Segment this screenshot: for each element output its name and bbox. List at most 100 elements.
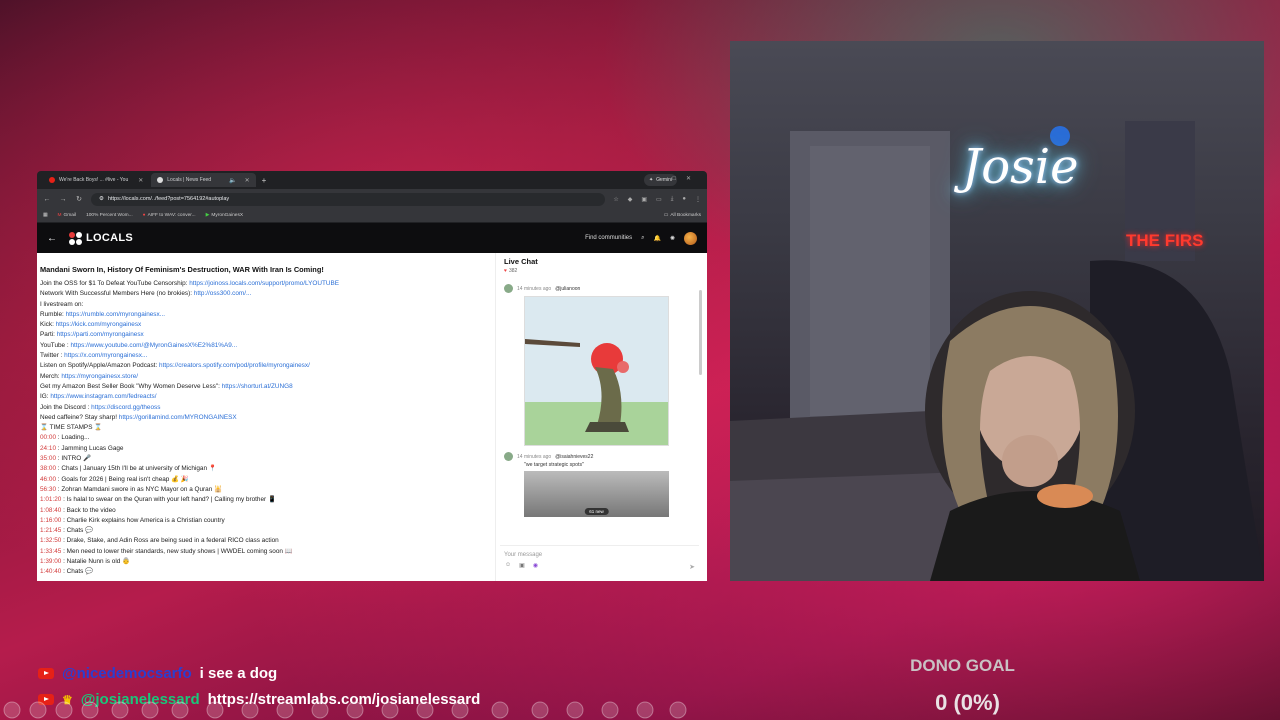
post-link[interactable]: https://www.instagram.com/fedreacts/ xyxy=(50,393,156,400)
timestamp-link[interactable]: 1:01:20 xyxy=(40,496,61,503)
menu-icon[interactable]: ⋮ xyxy=(695,196,701,203)
post-link[interactable]: https://www.youtube.com/@MyronGainesX%E2… xyxy=(70,342,237,349)
post-link[interactable]: https://discord.gg/theoss xyxy=(91,404,160,411)
timestamp-link[interactable]: 46:00 xyxy=(40,476,56,483)
avatar[interactable] xyxy=(684,231,697,245)
timestamp-desc: : Chats | January 15th I'll be at univer… xyxy=(56,465,217,473)
address-bar[interactable]: ⚙ https://locals.com/../feed?post=756419… xyxy=(91,192,606,206)
post-link[interactable]: https://shorturl.at/ZUNG8 xyxy=(222,383,293,390)
post-link[interactable]: https://joinoss.locals.com/support/promo… xyxy=(189,280,339,287)
post-link[interactable]: http://oss300.com/... xyxy=(194,290,252,297)
post-line: YouTube : https://www.youtube.com/@Myron… xyxy=(40,341,492,351)
extension-icon[interactable]: ◆ xyxy=(628,196,633,203)
timestamp-link[interactable]: 38:00 xyxy=(40,465,56,472)
search-icon[interactable]: ⌕ xyxy=(641,235,644,242)
emoji-icon[interactable]: ☺ xyxy=(505,562,511,569)
viewer-count-value: 382 xyxy=(508,268,518,274)
star-icon[interactable]: ☆ xyxy=(613,196,618,203)
timestamp-row: 24:10 : Jamming Lucas Gage xyxy=(40,444,492,454)
timestamp-link[interactable]: 1:39:00 xyxy=(40,558,61,565)
timestamp-link[interactable]: 1:40:40 xyxy=(40,568,61,575)
timestamp-link[interactable]: 00:00 xyxy=(40,434,56,441)
image-icon[interactable]: ▣ xyxy=(519,562,525,569)
post-link[interactable]: https://creators.spotify.com/pod/profile… xyxy=(159,362,310,369)
message-user[interactable]: @julianoon xyxy=(555,286,580,292)
bell-icon[interactable]: 🔔 xyxy=(653,235,660,242)
timestamp-link[interactable]: 1:08:40 xyxy=(40,507,61,514)
line-text: Rumble: xyxy=(40,310,66,318)
message-user[interactable]: @isaiahnieves22 xyxy=(555,454,593,460)
bookmark-aiff[interactable]: ● AIFF to WAV: conver... xyxy=(143,213,196,218)
avatar[interactable] xyxy=(504,452,513,461)
timestamp-row: 00:00 : Loading... xyxy=(40,433,492,443)
window-controls[interactable]: –□✕ xyxy=(659,175,701,182)
toolbar-icons: ☆ ◆ ▣ ▭ ⤓ ● ⋮ xyxy=(613,196,701,203)
find-communities[interactable]: Find communities xyxy=(585,235,632,241)
tab-locals[interactable]: Locals | News Feed 🔈 ✕ xyxy=(151,173,256,187)
post-line: Join the Discord : https://discord.gg/th… xyxy=(40,403,492,413)
webcam-feed: Josie THE FIRS xyxy=(730,41,1264,581)
timestamp-link[interactable]: 35:00 xyxy=(40,455,56,462)
settings-icon[interactable]: ✺ xyxy=(670,235,675,242)
timestamp-link[interactable]: 56:30 xyxy=(40,486,56,493)
post-link[interactable]: https://rumble.com/myrongainesx... xyxy=(66,311,165,318)
timestamp-desc: : Zohran Mamdani swore in as NYC Mayor o… xyxy=(56,485,223,493)
chat-message: 14 minutes ago @julianoon xyxy=(504,284,699,293)
chat-scrollbar[interactable] xyxy=(699,290,702,375)
profile-icon[interactable]: ● xyxy=(682,196,686,203)
timestamp-link[interactable]: 1:33:45 xyxy=(40,548,61,555)
timestamp-row: 1:01:20 : Is halal to swear on the Quran… xyxy=(40,495,492,505)
back-icon[interactable]: ← xyxy=(43,196,51,203)
chat-image-rubble[interactable]: 61 new xyxy=(524,471,669,517)
timestamp-row: 1:21:45 : Chats 💬 xyxy=(40,526,492,536)
post-line: Twitter : https://x.com/myrongainesx... xyxy=(40,351,492,361)
youtube-icon xyxy=(38,668,54,679)
timestamp-desc: : Back to the video xyxy=(61,506,116,514)
close-icon[interactable]: ✕ xyxy=(245,177,250,184)
all-bookmarks[interactable]: ▭ All Bookmarks xyxy=(664,213,701,218)
folder-icon: ▭ xyxy=(663,213,669,218)
message-input[interactable]: Your message xyxy=(504,552,699,558)
close-icon[interactable]: ✕ xyxy=(138,177,143,184)
bookmark-label: AIFF to WAV: conver... xyxy=(147,213,196,218)
timestamp-desc: : Is halal to swear on the Quran with yo… xyxy=(61,496,276,504)
puzzle-icon[interactable]: ▣ xyxy=(641,196,647,203)
avatar[interactable] xyxy=(504,284,513,293)
bookmarks-bar: ▦ M Gmail 100% Percent Wom... ● AIFF to WA… xyxy=(37,209,707,223)
timestamp-link[interactable]: 1:16:00 xyxy=(40,517,61,524)
chat-image-cartoon[interactable] xyxy=(524,296,669,446)
apps-icon[interactable]: ▦ xyxy=(43,213,48,218)
timestamp-link[interactable]: 1:21:45 xyxy=(40,527,61,534)
timestamp-desc: : Loading... xyxy=(56,434,90,442)
live-chat-panel: Live Chat ♥ 382 14 minutes ago @julianoon xyxy=(495,253,707,581)
post-link[interactable]: https://kick.com/myrongainesx xyxy=(56,321,142,328)
bookmark-myron[interactable]: ▶ MyronGainesX xyxy=(206,213,243,218)
back-arrow-icon[interactable]: ← xyxy=(47,233,57,244)
new-messages-pill[interactable]: 61 new xyxy=(584,508,609,515)
tab-label: Locals | News Feed xyxy=(167,177,212,183)
speaker-icon[interactable]: 🔈 xyxy=(229,177,236,184)
bookmark-percent[interactable]: 100% Percent Wom... xyxy=(86,213,133,218)
timestamp-desc: : Goals for 2026 | Being real isn't chea… xyxy=(56,475,189,483)
reload-icon[interactable]: ↻ xyxy=(75,195,83,203)
line-text: Join the Discord : xyxy=(40,403,92,411)
new-tab-button[interactable]: + xyxy=(258,176,271,185)
post-link[interactable]: https://x.com/myrongainesx... xyxy=(64,352,147,359)
sidepanel-icon[interactable]: ▭ xyxy=(656,196,662,203)
timestamp-row: 46:00 : Goals for 2026 | Being real isn'… xyxy=(40,475,492,485)
send-icon[interactable]: ➤ xyxy=(689,563,695,571)
download-icon[interactable]: ⤓ xyxy=(671,196,674,203)
bookmark-gmail[interactable]: M Gmail xyxy=(58,213,77,218)
timestamp-link[interactable]: 24:10 xyxy=(40,445,56,452)
tab-youtube[interactable]: We're Back Boys! ... #live - You ✕ xyxy=(43,173,149,187)
bookmark-label: 100% Percent Wom... xyxy=(86,213,133,218)
post-link[interactable]: https://parti.com/myrongainesx xyxy=(57,331,144,338)
forward-icon[interactable]: → xyxy=(59,196,67,203)
timestamp-desc: : Men need to lower their standards, new… xyxy=(61,547,293,555)
gif-icon[interactable]: ◉ xyxy=(533,562,538,569)
locals-logo[interactable]: LOCALS xyxy=(69,231,133,245)
line-text: Need caffeine? Stay sharp! xyxy=(40,413,119,421)
post-link[interactable]: https://myrongainesx.store/ xyxy=(61,373,138,380)
timestamp-link[interactable]: 1:32:50 xyxy=(40,537,61,544)
post-link[interactable]: https://gorillamind.com/MYRONGAINESX xyxy=(119,414,237,421)
